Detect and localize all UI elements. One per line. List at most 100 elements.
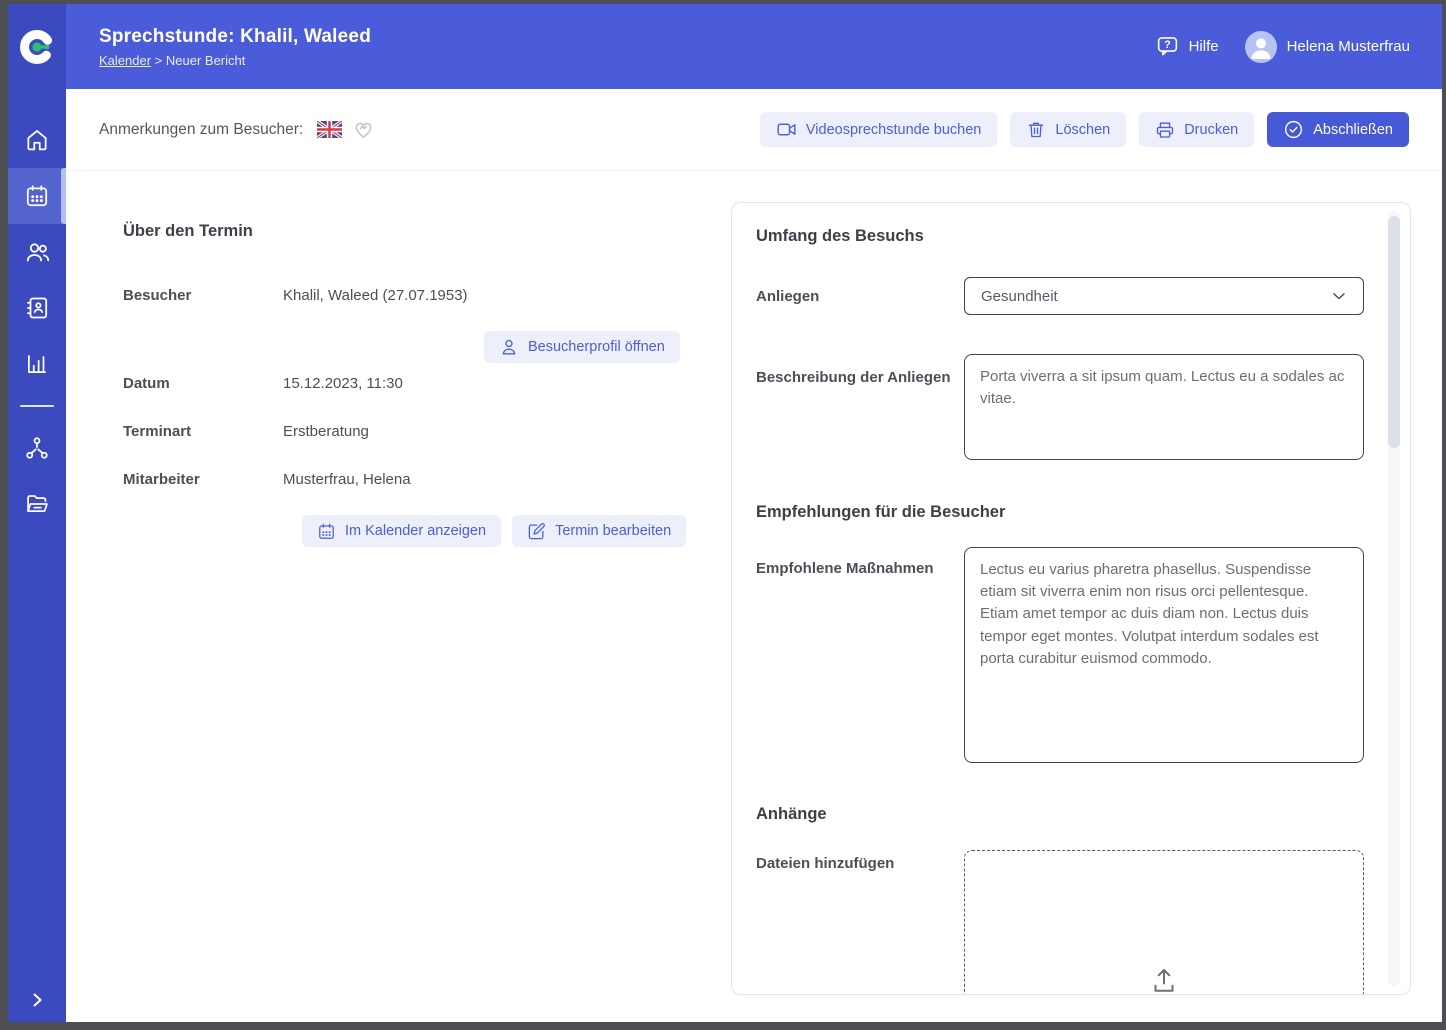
annotation-badges — [317, 118, 375, 141]
attachments-heading: Anhänge — [756, 805, 827, 823]
appointment-actions: Im Kalender anzeigen Termin bearbeiten — [302, 515, 687, 547]
user-menu[interactable]: Helena Musterfrau — [1244, 30, 1410, 63]
chevron-down-icon — [1333, 293, 1345, 300]
book-video-call-label: Videosprechstunde buchen — [805, 121, 982, 138]
mitarbeiter-label: Mitarbeiter — [123, 471, 200, 488]
terminart-label: Terminart — [123, 423, 192, 440]
chevron-right-icon — [33, 993, 42, 1007]
help-bubble-icon: ? — [1157, 37, 1177, 56]
print-button[interactable]: Drucken — [1139, 112, 1255, 147]
visit-scope-heading: Umfang des Besuchs — [756, 227, 924, 245]
edit-pen-icon — [528, 522, 545, 539]
sidebar-item-home[interactable] — [8, 112, 66, 168]
delete-label: Löschen — [1055, 121, 1111, 138]
trash-icon — [1029, 122, 1044, 137]
sidebar-item-documents[interactable] — [8, 476, 66, 532]
toolbar: Anmerkungen zum Besucher: Videosprechstu… — [66, 89, 1442, 171]
datum-label: Datum — [123, 375, 170, 392]
uk-flag-icon — [317, 121, 343, 138]
sidebar-expand-button[interactable] — [8, 988, 66, 1012]
breadcrumb-separator: > — [154, 52, 163, 68]
svg-text:?: ? — [1164, 39, 1171, 51]
visit-report-card: Umfang des Besuchs Anliegen Gesundheit B… — [731, 202, 1411, 995]
delete-button[interactable]: Löschen — [1010, 112, 1127, 147]
measures-textarea[interactable]: Lectus eu varius pharetra phasellus. Sus… — [964, 547, 1364, 763]
screenshot-frame: Sprechstunde: Khalil, Waleed Kalender > … — [0, 0, 1446, 1030]
folder-documents-icon — [27, 495, 48, 513]
complete-label: Abschließen — [1313, 121, 1393, 138]
appointment-panel: Über den Termin Besucher Khalil, Waleed … — [123, 171, 755, 1022]
breadcrumb-current: Neuer Bericht — [165, 52, 246, 68]
person-icon — [502, 339, 516, 355]
complete-button[interactable]: Abschließen — [1267, 112, 1409, 147]
sidebar-item-contacts[interactable] — [8, 280, 66, 336]
sidebar — [8, 4, 66, 1022]
check-circle-icon — [1285, 120, 1303, 139]
app-window: Sprechstunde: Khalil, Waleed Kalender > … — [8, 4, 1442, 1022]
card-scrollbar-track[interactable] — [1388, 211, 1400, 986]
edit-appointment-button[interactable]: Termin bearbeiten — [512, 515, 687, 547]
user-name: Helena Musterfrau — [1286, 38, 1410, 55]
add-files-label: Dateien hinzufügen — [756, 855, 895, 872]
besucher-value: Khalil, Waleed (27.07.1953) — [283, 287, 468, 304]
edit-appointment-label: Termin bearbeiten — [555, 523, 672, 539]
show-in-calendar-button[interactable]: Im Kalender anzeigen — [302, 515, 502, 547]
upload-icon — [1154, 969, 1174, 992]
video-camera-icon — [777, 123, 796, 136]
book-video-call-button[interactable]: Videosprechstunde buchen — [759, 112, 998, 147]
header-left: Sprechstunde: Khalil, Waleed Kalender > … — [99, 26, 371, 68]
file-dropzone[interactable] — [964, 850, 1364, 994]
care-heart-icon — [355, 122, 372, 138]
anliegen-label: Anliegen — [756, 288, 820, 305]
anliegen-select[interactable]: Gesundheit — [964, 277, 1364, 315]
datum-value: 15.12.2023, 11:30 — [283, 375, 403, 392]
bar-chart-icon — [28, 355, 46, 373]
description-label: Beschreibung der Anliegen — [756, 369, 951, 386]
breadcrumb: Kalender > Neuer Bericht — [99, 53, 371, 68]
contact-book-icon — [27, 297, 48, 319]
open-visitor-profile-label: Besucherprofil öffnen — [528, 339, 665, 355]
sidebar-item-statistics[interactable] — [8, 336, 66, 392]
logo-icon — [20, 29, 54, 64]
toolbar-actions: Videosprechstunde buchen Löschen Drucken… — [759, 112, 1409, 147]
page-header: Sprechstunde: Khalil, Waleed Kalender > … — [66, 4, 1442, 89]
description-textarea[interactable]: Porta viverra a sit ipsum quam. Lectus e… — [964, 354, 1364, 460]
row-besucher: Besucher Khalil, Waleed (27.07.1953) — [123, 287, 468, 304]
annotations-label: Anmerkungen zum Besucher: — [99, 120, 304, 138]
sidebar-item-network[interactable] — [8, 420, 66, 476]
besucher-label: Besucher — [123, 287, 192, 304]
card-scrollbar-thumb[interactable] — [1388, 216, 1400, 448]
calendar-icon — [26, 185, 48, 207]
content: Über den Termin Besucher Khalil, Waleed … — [66, 171, 1442, 1022]
main-area: Sprechstunde: Khalil, Waleed Kalender > … — [66, 4, 1442, 1022]
breadcrumb-link-kalender[interactable]: Kalender — [99, 53, 151, 68]
printer-icon — [1157, 122, 1174, 138]
app-logo[interactable] — [8, 4, 66, 89]
upload-icon-wrap — [965, 965, 1363, 994]
network-share-icon — [26, 437, 48, 459]
show-in-calendar-label: Im Kalender anzeigen — [345, 523, 487, 539]
visitor-annotations: Anmerkungen zum Besucher: — [99, 118, 375, 141]
sidebar-divider — [20, 405, 54, 407]
mitarbeiter-value: Musterfrau, Helena — [283, 471, 411, 488]
anliegen-selected-value: Gesundheit — [981, 287, 1058, 305]
sidebar-item-visitors[interactable] — [8, 224, 66, 280]
print-label: Drucken — [1184, 121, 1239, 138]
row-mitarbeiter: Mitarbeiter Musterfrau, Helena — [123, 471, 411, 488]
home-icon — [27, 130, 47, 151]
help-button[interactable]: ? Hilfe — [1155, 34, 1219, 59]
measures-label: Empfohlene Maßnahmen — [756, 560, 934, 577]
help-label: Hilfe — [1188, 38, 1219, 55]
recommendations-heading: Empfehlungen für die Besucher — [756, 503, 1006, 521]
appointment-heading: Über den Termin — [123, 222, 253, 240]
header-right: ? Hilfe Helena Musterfrau — [1155, 30, 1410, 63]
open-visitor-profile-button[interactable]: Besucherprofil öffnen — [484, 331, 680, 363]
avatar — [1244, 30, 1277, 63]
avatar-person-icon — [1251, 37, 1271, 59]
calendar-small-icon — [319, 523, 334, 539]
page-title: Sprechstunde: Khalil, Waleed — [99, 25, 371, 47]
row-terminart: Terminart Erstberatung — [123, 423, 369, 440]
sidebar-nav — [8, 112, 66, 532]
row-datum: Datum 15.12.2023, 11:30 — [123, 375, 403, 392]
sidebar-item-calendar[interactable] — [8, 168, 66, 224]
